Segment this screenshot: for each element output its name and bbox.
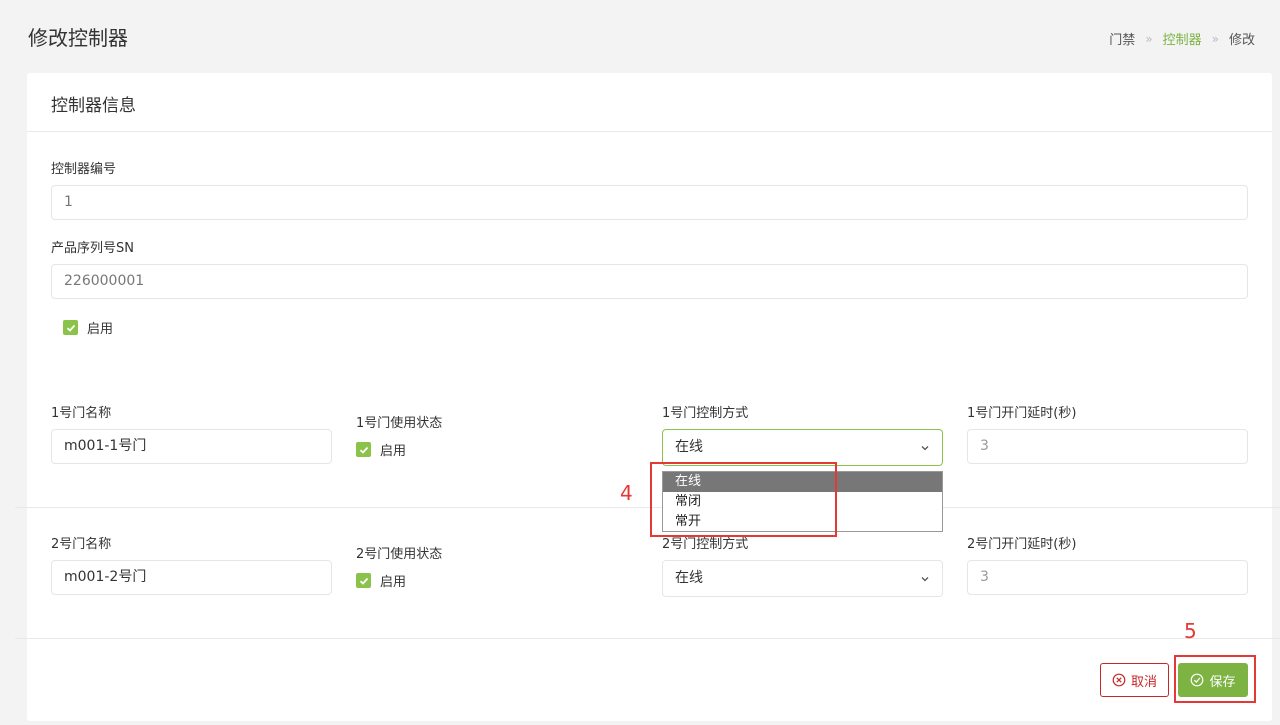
footer-divider xyxy=(15,638,1280,639)
door2-name-input[interactable]: m001-2号门 xyxy=(51,560,332,595)
breadcrumb-separator-icon: » xyxy=(1211,31,1219,46)
enabled-label: 启用 xyxy=(87,322,114,337)
door2-status-checkbox[interactable]: 启用 xyxy=(356,571,406,590)
door1-mode-label: 1号门控制方式 xyxy=(662,406,749,421)
annotation-box-4 xyxy=(650,462,837,537)
door1-name-input[interactable]: m001-1号门 xyxy=(51,429,332,464)
door2-mode-value: 在线 xyxy=(675,570,703,586)
breadcrumb-item-edit: 修改 xyxy=(1228,33,1255,48)
card-header: 控制器信息 xyxy=(27,73,1272,132)
page-title: 修改控制器 xyxy=(28,26,128,50)
page-header: 修改控制器 门禁 » 控制器 » 修改 xyxy=(0,0,1280,72)
card-title: 控制器信息 xyxy=(51,96,136,116)
breadcrumb-item-controller[interactable]: 控制器 xyxy=(1163,29,1202,48)
door1-name-label: 1号门名称 xyxy=(51,406,112,421)
door1-status-label: 1号门使用状态 xyxy=(356,416,443,431)
breadcrumb-separator-icon: » xyxy=(1145,31,1153,46)
door1-status-checkbox[interactable]: 启用 xyxy=(356,440,406,459)
door2-mode-select[interactable]: 在线 xyxy=(662,560,943,597)
serial-label: 产品序列号SN xyxy=(51,241,134,256)
cancel-button[interactable]: 取消 xyxy=(1100,663,1169,697)
door2-status-label: 2号门使用状态 xyxy=(356,547,443,562)
row-divider xyxy=(15,507,1280,508)
cancel-circle-icon xyxy=(1112,673,1126,687)
door1-mode-select[interactable]: 在线 xyxy=(662,429,943,466)
breadcrumb: 门禁 » 控制器 » 修改 xyxy=(1109,29,1255,49)
door2-name-label: 2号门名称 xyxy=(51,537,112,552)
chevron-down-icon xyxy=(920,561,930,598)
door1-mode-value: 在线 xyxy=(675,439,703,455)
checkbox-checked-icon xyxy=(356,442,371,457)
door2-delay-label: 2号门开门延时(秒) xyxy=(967,537,1077,552)
chevron-down-icon xyxy=(920,430,930,467)
annotation-number-4: 4 xyxy=(620,481,633,505)
door1-delay-label: 1号门开门延时(秒) xyxy=(967,406,1077,421)
serial-input[interactable]: 226000001 xyxy=(51,264,1248,299)
controller-no-label: 控制器编号 xyxy=(51,162,117,177)
annotation-number-5: 5 xyxy=(1184,619,1197,643)
checkbox-checked-icon xyxy=(63,320,78,335)
breadcrumb-item-access[interactable]: 门禁 xyxy=(1109,29,1135,48)
door2-delay-input[interactable]: 3 xyxy=(967,560,1248,595)
checkbox-checked-icon xyxy=(356,573,371,588)
controller-no-input[interactable]: 1 xyxy=(51,185,1248,220)
door2-status-check-label: 启用 xyxy=(380,575,407,590)
door1-delay-input[interactable]: 3 xyxy=(967,429,1248,464)
door1-status-check-label: 启用 xyxy=(380,444,407,459)
annotation-box-5 xyxy=(1174,655,1256,703)
enabled-checkbox[interactable]: 启用 xyxy=(63,318,113,337)
controller-info-card: 控制器信息 xyxy=(27,73,1272,721)
cancel-button-label: 取消 xyxy=(1130,674,1157,690)
